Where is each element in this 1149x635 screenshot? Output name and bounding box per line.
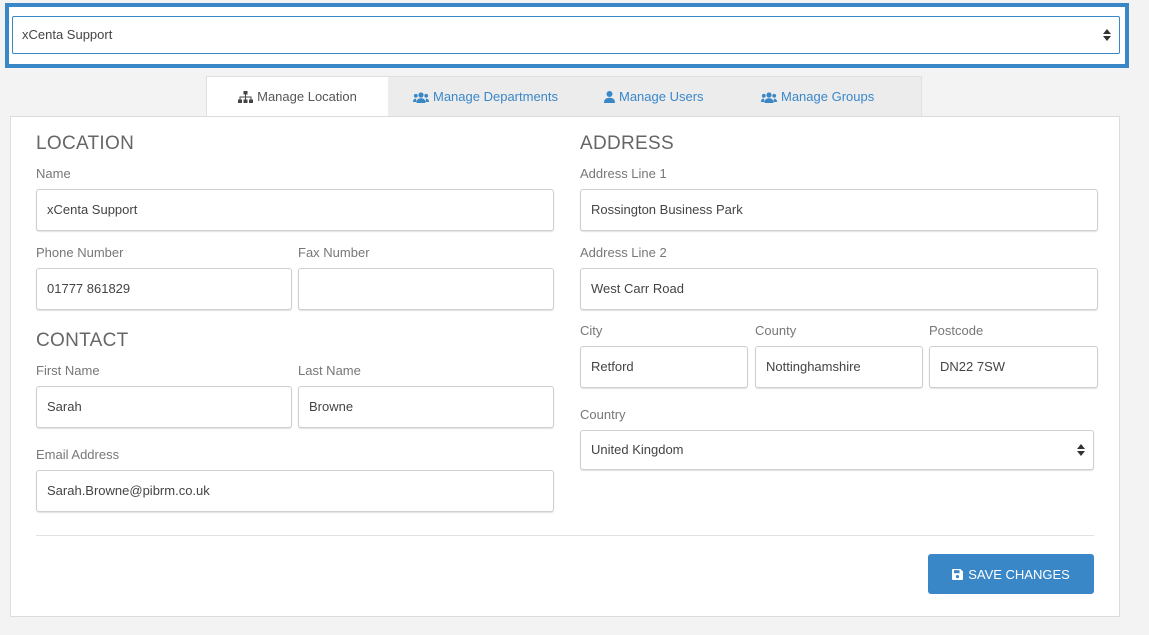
select-arrows-icon [1077,444,1085,456]
location-selector-frame: xCenta Support [5,3,1129,68]
country-value: United Kingdom [591,442,684,457]
save-changes-button[interactable]: SAVE CHANGES [928,554,1094,594]
address-section-title: ADDRESS [580,133,674,154]
contact-section-title: CONTACT [36,330,129,351]
postcode-label: Postcode [929,323,984,338]
user-icon [604,91,615,103]
location-form-panel: LOCATION Name xCenta Support Phone Numbe… [10,116,1120,617]
tab-label: Manage Departments [433,89,559,104]
first-name-label: First Name [36,363,100,378]
address-line1-value: Rossington Business Park [591,202,743,217]
county-value: Nottinghamshire [766,359,861,374]
users-icon [413,91,429,103]
email-label: Email Address [36,447,120,462]
postcode-field[interactable]: DN22 7SW [929,346,1098,388]
fax-field[interactable] [298,268,554,310]
tab-manage-location[interactable]: Manage Location [207,77,388,117]
last-name-value: Browne [309,399,354,414]
tab-manage-users[interactable]: Manage Users [594,77,750,117]
floppy-disk-icon [952,568,964,580]
country-label: Country [580,407,626,422]
address-line2-field[interactable]: West Carr Road [580,268,1098,310]
email-value: Sarah.Browne@pibrm.co.uk [47,483,210,498]
sitemap-icon [238,91,254,103]
save-changes-label: SAVE CHANGES [968,566,1070,582]
tab-label: Manage Users [619,89,704,104]
location-select-value: xCenta Support [22,27,113,42]
phone-label: Phone Number [36,245,124,260]
postcode-value: DN22 7SW [940,359,1006,374]
city-value: Retford [591,359,634,374]
tab-bar: Manage Location Manage Departments Manag… [206,76,922,117]
phone-value: 01777 861829 [47,281,131,296]
users-icon [761,91,777,103]
form-divider [36,535,1094,536]
name-field[interactable]: xCenta Support [36,189,554,231]
first-name-value: Sarah [47,399,82,414]
tab-label: Manage Location [257,89,357,104]
last-name-field[interactable]: Browne [298,386,554,428]
location-select[interactable]: xCenta Support [12,16,1120,54]
country-select[interactable]: United Kingdom [580,430,1094,470]
email-field[interactable]: Sarah.Browne@pibrm.co.uk [36,470,554,512]
county-label: County [755,323,797,338]
tab-manage-departments[interactable]: Manage Departments [388,77,594,117]
city-field[interactable]: Retford [580,346,748,388]
tab-label: Manage Groups [781,89,875,104]
location-section-title: LOCATION [36,133,135,154]
fax-label: Fax Number [298,245,370,260]
name-label: Name [36,166,71,181]
address-line1-field[interactable]: Rossington Business Park [580,189,1098,231]
last-name-label: Last Name [298,363,361,378]
tab-manage-groups[interactable]: Manage Groups [750,77,874,117]
address-line2-label: Address Line 2 [580,245,667,260]
name-value: xCenta Support [47,202,138,217]
select-arrows-icon [1103,29,1111,41]
city-label: City [580,323,603,338]
county-field[interactable]: Nottinghamshire [755,346,923,388]
first-name-field[interactable]: Sarah [36,386,292,428]
address-line1-label: Address Line 1 [580,166,667,181]
address-line2-value: West Carr Road [591,281,684,296]
phone-field[interactable]: 01777 861829 [36,268,292,310]
